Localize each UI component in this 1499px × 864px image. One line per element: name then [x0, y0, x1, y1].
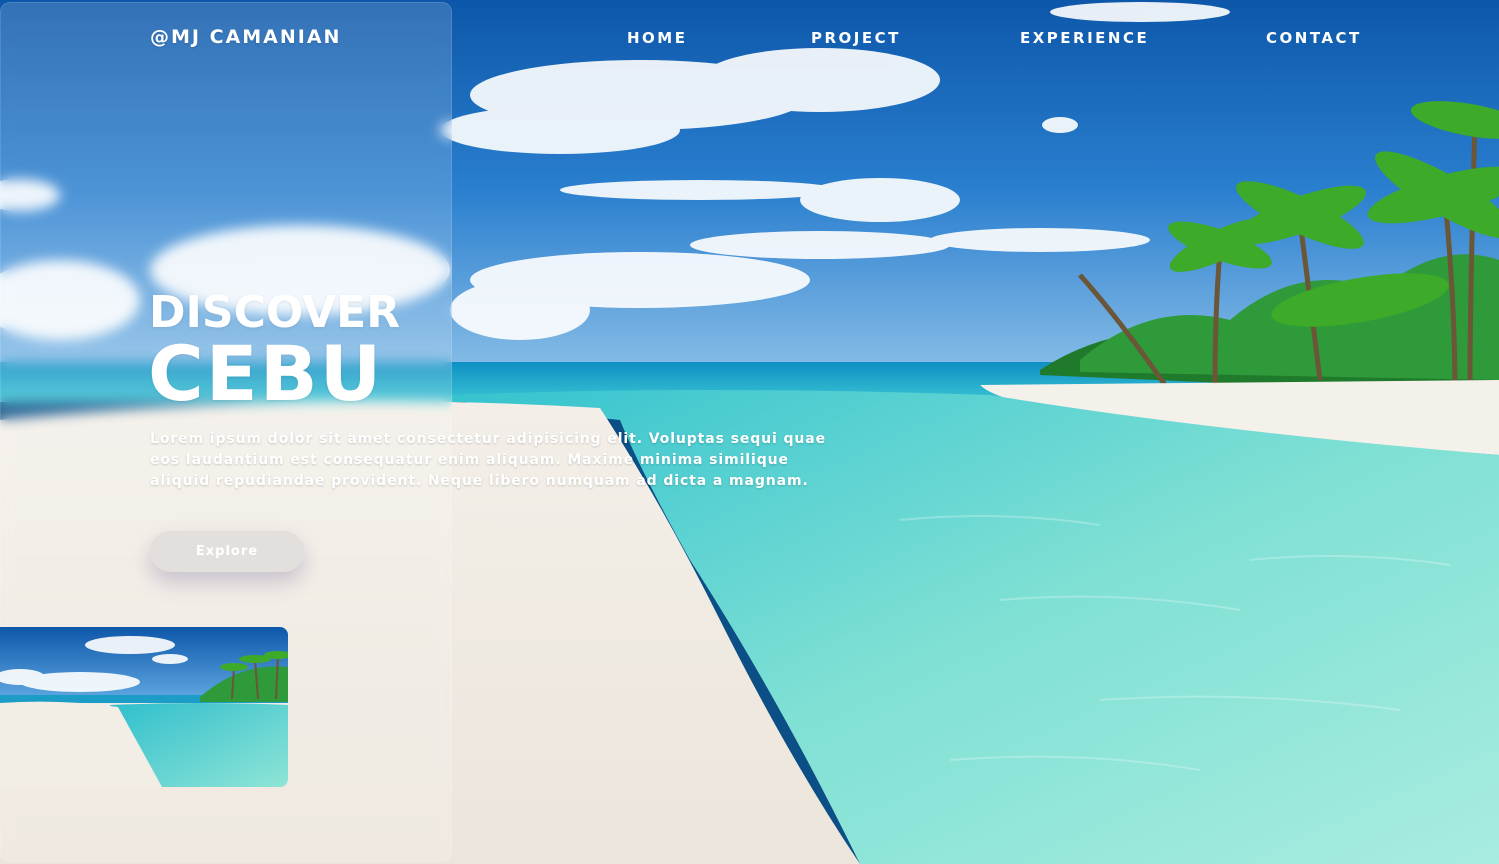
nav-link-project[interactable]: PROJECT: [811, 29, 901, 47]
hero-description: Lorem ipsum dolor sit amet consectetur a…: [150, 431, 827, 489]
hero-title-cebu: CEBU: [148, 329, 384, 418]
main-navigation: HOME PROJECT EXPERIENCE CONTACT: [0, 29, 1499, 53]
nav-link-experience[interactable]: EXPERIENCE: [1020, 29, 1149, 47]
explore-button[interactable]: Explore: [150, 531, 304, 572]
beach-thumbnail-graphic: [0, 627, 288, 787]
nav-link-contact[interactable]: CONTACT: [1266, 29, 1362, 47]
nav-link-home[interactable]: HOME: [627, 29, 687, 47]
landing-page: @MJ CAMANIAN HOME PROJECT EXPERIENCE CON…: [0, 0, 1499, 864]
beach-thumbnail-image[interactable]: [0, 627, 288, 787]
